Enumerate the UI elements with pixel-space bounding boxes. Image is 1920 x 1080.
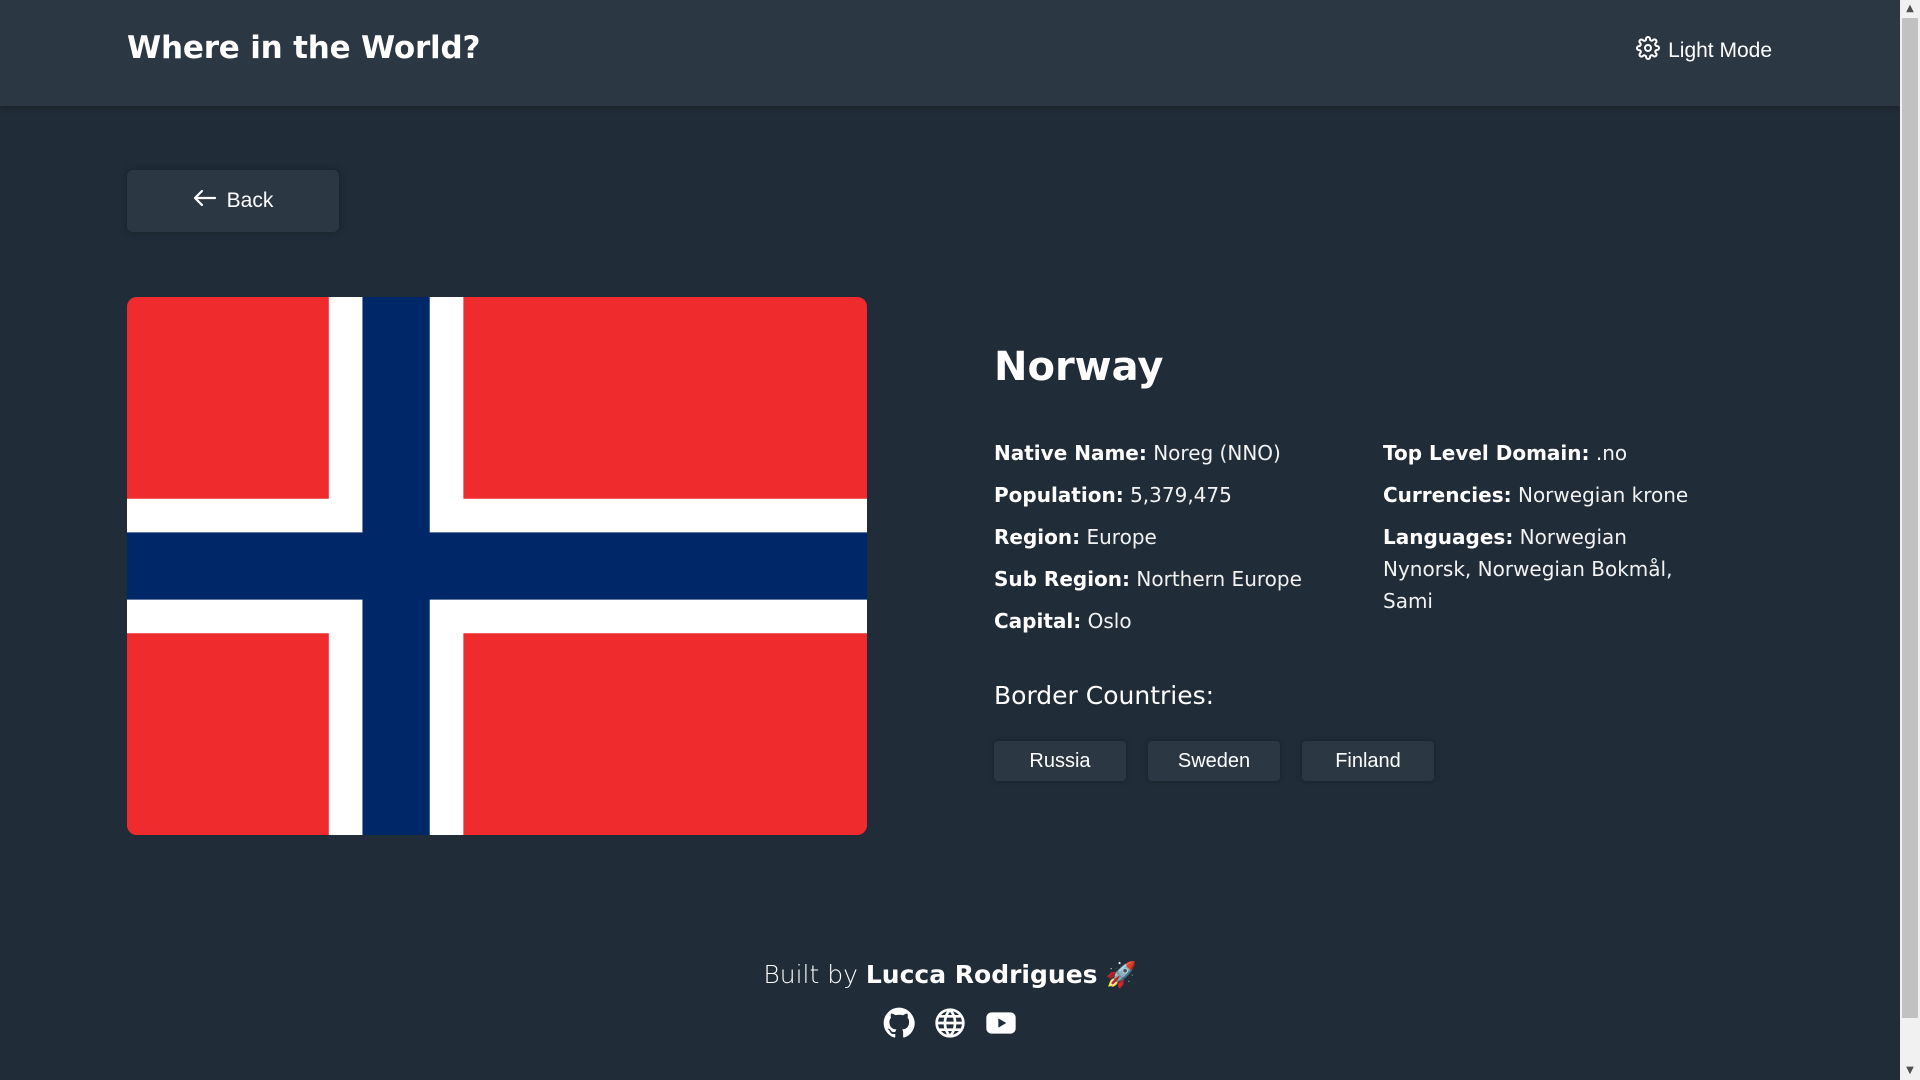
page-footer: Built by Lucca Rodrigues 🚀 bbox=[0, 960, 1900, 1042]
population-value: 5,379,475 bbox=[1130, 483, 1232, 507]
scroll-up-arrow-icon[interactable]: ▲ bbox=[1900, 0, 1920, 18]
globe-icon bbox=[934, 1007, 966, 1043]
vertical-scrollbar[interactable]: ▲ ▼ bbox=[1900, 0, 1920, 1080]
sub-region-label: Sub Region: bbox=[994, 567, 1131, 591]
website-link[interactable] bbox=[933, 1008, 967, 1042]
rocket-emoji: 🚀 bbox=[1105, 960, 1137, 989]
app-title: Where in the World? bbox=[127, 30, 481, 66]
tld-value: .no bbox=[1595, 441, 1628, 465]
github-icon bbox=[883, 1007, 915, 1043]
languages-row: Languages: Norwegian Nynorsk, Norwegian … bbox=[1383, 521, 1713, 617]
github-link[interactable] bbox=[882, 1007, 916, 1043]
population-label: Population: bbox=[994, 483, 1124, 507]
sub-region-row: Sub Region: Northern Europe bbox=[994, 563, 1354, 595]
border-country-russia[interactable]: Russia bbox=[994, 741, 1126, 781]
country-name: Norway bbox=[994, 344, 1164, 390]
scroll-down-arrow-icon[interactable]: ▼ bbox=[1900, 1062, 1920, 1080]
currencies-label: Currencies: bbox=[1383, 483, 1512, 507]
author-name: Lucca Rodrigues bbox=[865, 960, 1098, 989]
capital-value: Oslo bbox=[1087, 609, 1132, 633]
native-name-value: Noreg (NNO) bbox=[1153, 441, 1281, 465]
youtube-icon bbox=[985, 1007, 1017, 1043]
population-row: Population: 5,379,475 bbox=[994, 479, 1354, 511]
theme-toggle-button[interactable]: Light Mode bbox=[1636, 36, 1772, 66]
credit-prefix: Built by bbox=[763, 960, 858, 989]
capital-row: Capital: Oslo bbox=[994, 605, 1354, 637]
youtube-link[interactable] bbox=[984, 1008, 1018, 1042]
theme-toggle-label: Light Mode bbox=[1668, 39, 1772, 62]
tld-label: Top Level Domain: bbox=[1383, 441, 1590, 465]
footer-credit: Built by Lucca Rodrigues 🚀 bbox=[0, 960, 1900, 990]
region-value: Europe bbox=[1086, 525, 1157, 549]
currencies-value: Norwegian krone bbox=[1517, 483, 1689, 507]
gear-icon bbox=[1636, 36, 1661, 66]
scroll-thumb[interactable] bbox=[1902, 18, 1918, 1018]
country-details-right: Top Level Domain: .no Currencies: Norweg… bbox=[1383, 437, 1713, 627]
region-row: Region: Europe bbox=[994, 521, 1354, 553]
page: Where in the World? Light Mode Back Norw… bbox=[0, 0, 1900, 1080]
back-label: Back bbox=[226, 189, 274, 212]
languages-label: Languages: bbox=[1383, 525, 1514, 549]
country-details-left: Native Name: Noreg (NNO) Population: 5,3… bbox=[994, 437, 1354, 647]
tld-row: Top Level Domain: .no bbox=[1383, 437, 1713, 469]
currencies-row: Currencies: Norwegian krone bbox=[1383, 479, 1713, 511]
flag-blue-horizontal bbox=[127, 532, 867, 600]
back-button[interactable]: Back bbox=[127, 170, 339, 232]
region-label: Region: bbox=[994, 525, 1081, 549]
country-flag bbox=[127, 297, 867, 835]
border-country-finland[interactable]: Finland bbox=[1302, 741, 1434, 781]
footer-social-links bbox=[0, 1007, 1900, 1043]
native-name-label: Native Name: bbox=[994, 441, 1147, 465]
capital-label: Capital: bbox=[994, 609, 1082, 633]
arrow-left-icon bbox=[193, 188, 217, 214]
sub-region-value: Northern Europe bbox=[1136, 567, 1302, 591]
border-country-sweden[interactable]: Sweden bbox=[1148, 741, 1280, 781]
top-header: Where in the World? Light Mode bbox=[0, 0, 1900, 106]
native-name-row: Native Name: Noreg (NNO) bbox=[994, 437, 1354, 469]
border-countries-title: Border Countries: bbox=[994, 681, 1215, 710]
border-countries-list: Russia Sweden Finland bbox=[994, 741, 1434, 781]
